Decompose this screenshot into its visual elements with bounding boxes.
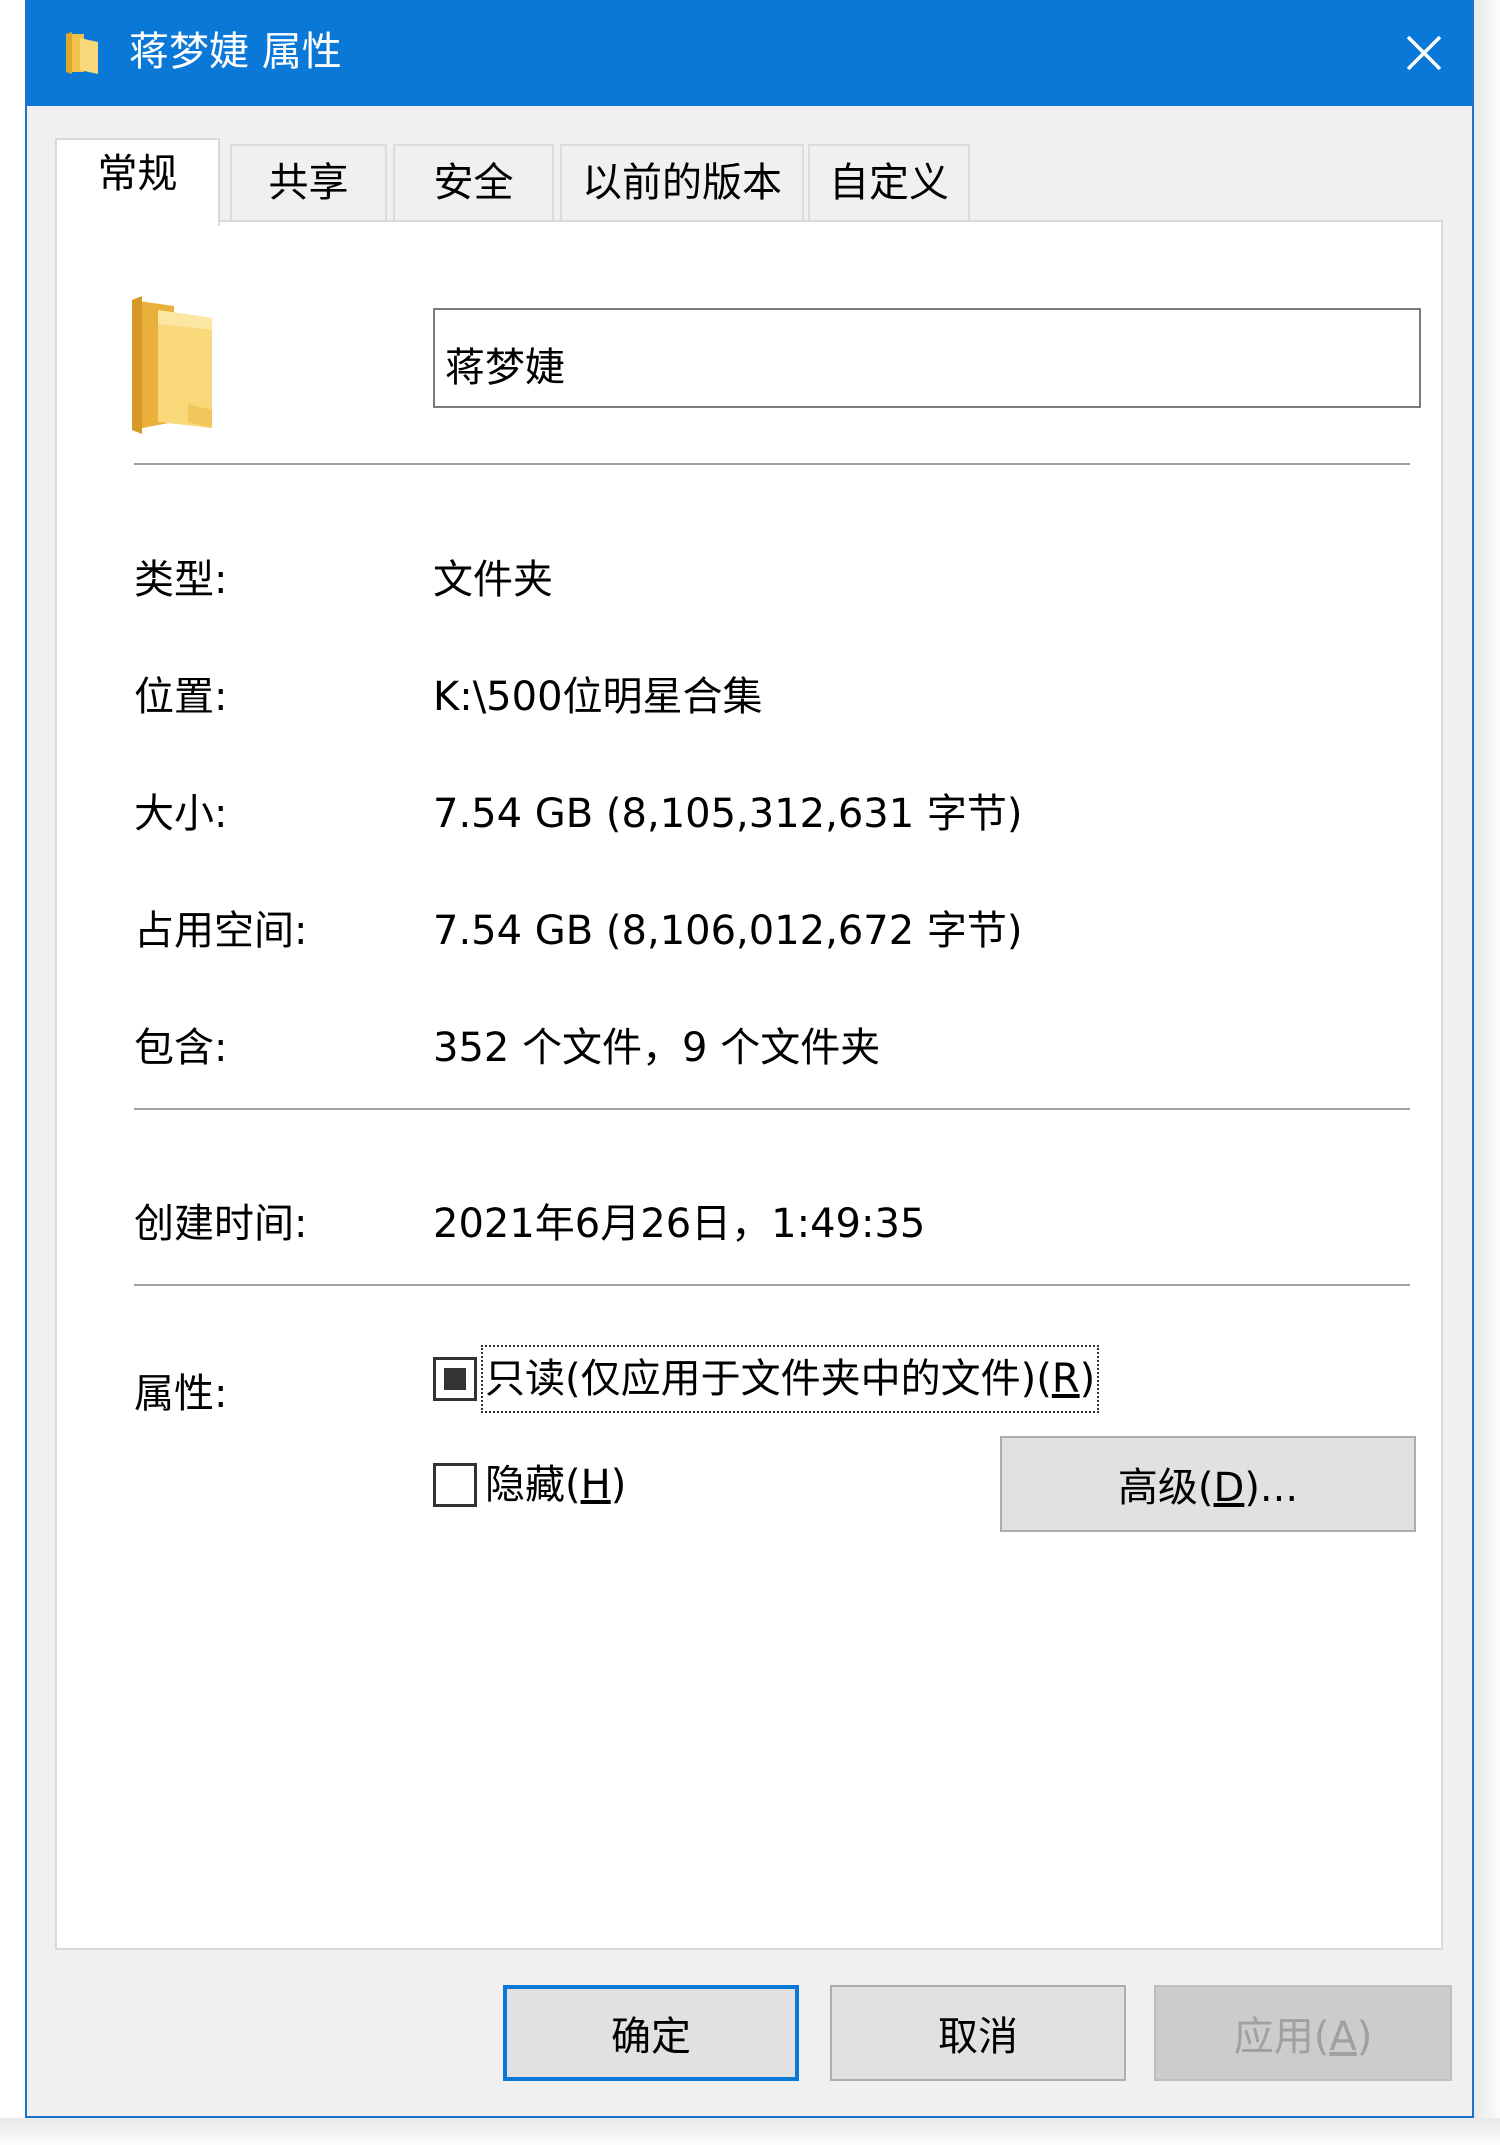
window-title: 蒋梦婕 属性 xyxy=(129,29,342,75)
apply-button[interactable]: 应用(A) xyxy=(1154,1985,1452,2081)
ok-button[interactable]: 确定 xyxy=(503,1985,799,2081)
indeterminate-mark xyxy=(444,1368,466,1390)
size-value: 7.54 GB (8,105,312,631 字节) xyxy=(433,791,1023,837)
tab-customize[interactable]: 自定义 xyxy=(808,144,970,222)
general-panel: 类型: 文件夹 位置: K:\500位明星合集 大小: 7.54 GB (8,1… xyxy=(55,220,1443,1950)
close-icon xyxy=(1406,35,1442,71)
advanced-button[interactable]: 高级(D)... xyxy=(1000,1436,1416,1532)
tab-general[interactable]: 常规 xyxy=(55,138,220,226)
divider xyxy=(134,463,1410,465)
window-shadow-bottom xyxy=(0,2118,1500,2145)
location-value: K:\500位明星合集 xyxy=(433,674,763,720)
tab-sharing[interactable]: 共享 xyxy=(230,144,387,222)
created-label: 创建时间: xyxy=(134,1201,308,1247)
size-on-disk-label: 占用空间: xyxy=(134,908,308,954)
contains-label: 包含: xyxy=(134,1025,228,1071)
divider xyxy=(134,1108,1410,1110)
window-shadow-right xyxy=(1474,0,1500,2145)
divider xyxy=(134,1284,1410,1286)
contains-value: 352 个文件，9 个文件夹 xyxy=(433,1025,881,1071)
tab-previous-versions[interactable]: 以前的版本 xyxy=(560,144,804,222)
type-label: 类型: xyxy=(134,557,228,603)
close-button[interactable] xyxy=(1376,0,1472,106)
folder-icon xyxy=(132,296,212,434)
tab-strip: 常规 共享 安全 以前的版本 自定义 xyxy=(27,106,1472,226)
readonly-checkbox[interactable] xyxy=(433,1357,477,1401)
location-label: 位置: xyxy=(134,674,228,720)
hidden-label[interactable]: 隐藏(H) xyxy=(485,1455,626,1515)
title-bar[interactable]: 蒋梦婕 属性 xyxy=(27,0,1472,106)
folder-icon xyxy=(66,32,98,74)
tab-security[interactable]: 安全 xyxy=(393,144,554,222)
folder-name-input[interactable] xyxy=(433,308,1421,408)
created-value: 2021年6月26日，1:49:35 xyxy=(433,1201,926,1247)
properties-dialog: 蒋梦婕 属性 常规 共享 安全 以前的版本 自定义 类型: 文件夹 位置: K:… xyxy=(25,0,1474,2118)
attributes-label: 属性: xyxy=(134,1371,228,1417)
cancel-button[interactable]: 取消 xyxy=(830,1985,1126,2081)
readonly-label[interactable]: 只读(仅应用于文件夹中的文件)(R) xyxy=(480,1345,1100,1413)
size-on-disk-value: 7.54 GB (8,106,012,672 字节) xyxy=(433,908,1023,954)
size-label: 大小: xyxy=(134,791,228,837)
type-value: 文件夹 xyxy=(433,557,553,603)
hidden-checkbox[interactable] xyxy=(433,1463,477,1507)
